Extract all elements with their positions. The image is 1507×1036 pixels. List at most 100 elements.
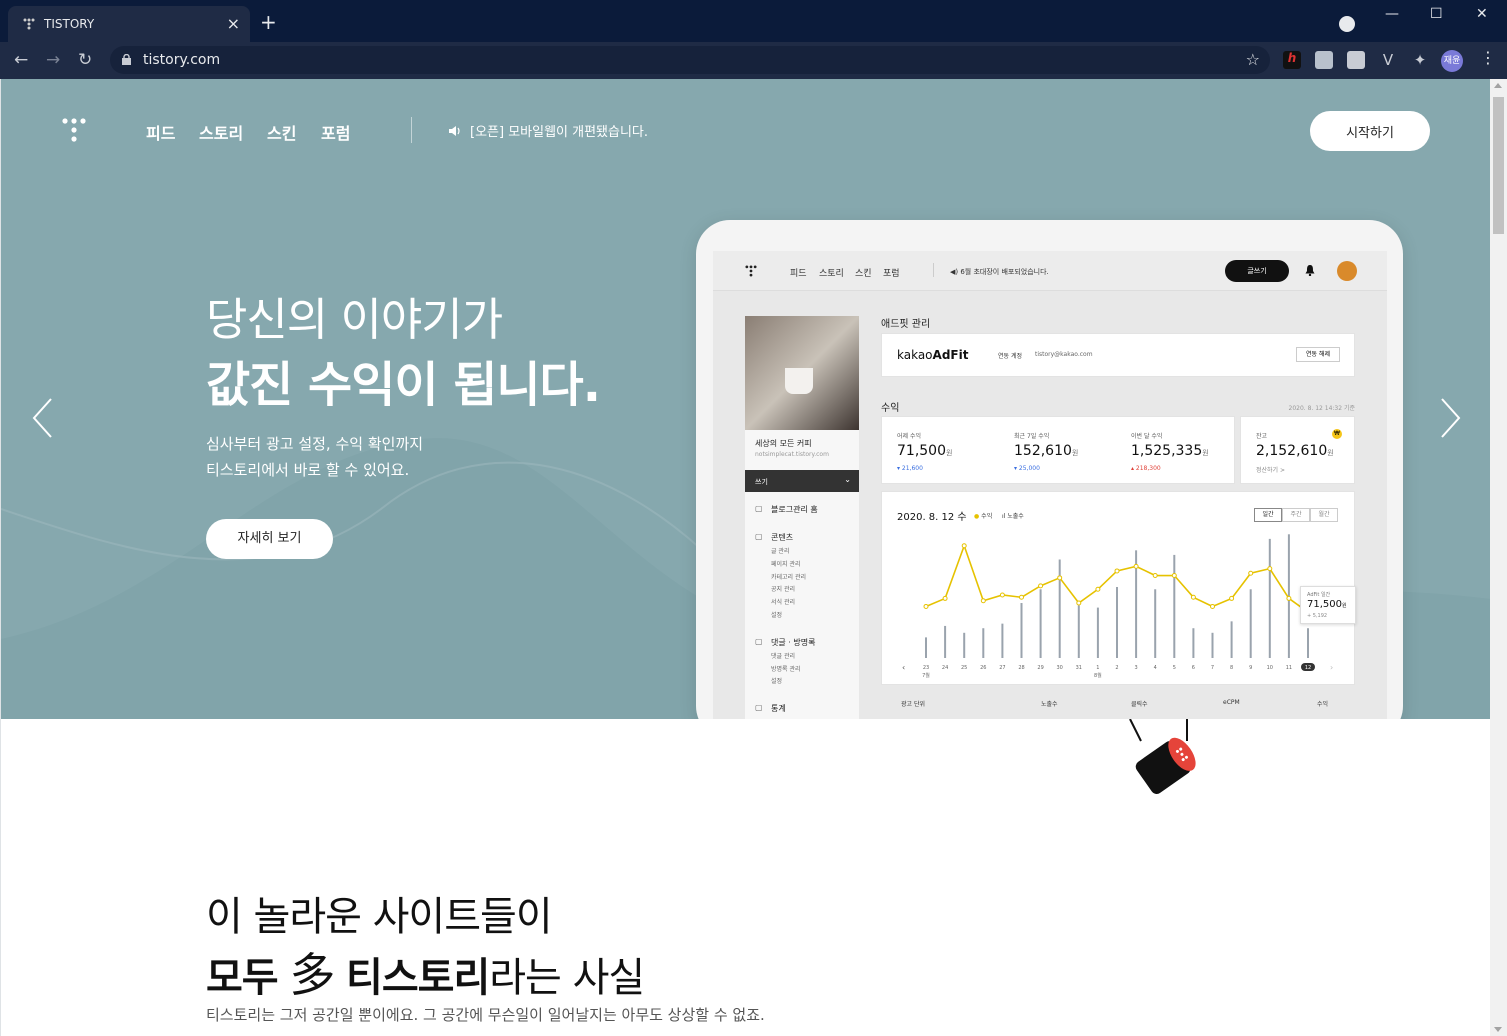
- lock-icon: [122, 54, 131, 65]
- balance-value: 2,152,610원: [1256, 443, 1334, 459]
- minimize-icon[interactable]: —: [1385, 6, 1399, 22]
- nav-story[interactable]: 스토리: [199, 120, 243, 144]
- extension-h-icon[interactable]: h: [1283, 51, 1301, 69]
- more-button[interactable]: 자세히 보기: [206, 519, 333, 559]
- mock-side-submenu-item: 댓글 관리: [771, 652, 795, 660]
- stat-unit: 원: [1202, 449, 1209, 457]
- reload-icon[interactable]: ↻: [78, 50, 92, 70]
- mock-blog-url: notsimplecat.tistory.com: [755, 451, 829, 458]
- mock-avatar: [1337, 261, 1357, 281]
- x-tick-label: 12: [1305, 665, 1311, 671]
- mock-table-header-cell: 클릭수: [1131, 701, 1148, 708]
- hero-headline-line1: 당신의 이야기가: [206, 293, 503, 346]
- nav-divider: [411, 117, 412, 143]
- close-window-icon[interactable]: ✕: [1476, 6, 1488, 22]
- x-tick-label: 5: [1173, 665, 1176, 671]
- section2-line2-c: 라는 사실: [489, 955, 645, 1001]
- bookmark-star-icon[interactable]: ☆: [1246, 50, 1260, 69]
- revenue-point: [1057, 575, 1063, 581]
- adfit-title: 애드핏 관리: [881, 319, 931, 330]
- mock-blog-photo: [745, 316, 859, 430]
- section2-line2-a: 모두: [206, 955, 279, 1001]
- revenue-point: [1095, 586, 1101, 592]
- page-scrollbar[interactable]: [1490, 79, 1507, 1036]
- hero-section: 피드 스토리 스킨 포럼 [오픈] 모바일웹이 개편됐습니다. 시작하기 당신의…: [1, 79, 1490, 719]
- mock-side-menu-icon: ▢: [755, 532, 763, 541]
- nav-feed[interactable]: 피드: [146, 120, 175, 144]
- mock-notice: ◀) 6월 초대장이 배포되었습니다.: [950, 268, 1049, 276]
- settle-link: 정산하기 >: [1256, 467, 1286, 474]
- scrollbar-thumb[interactable]: [1493, 97, 1504, 234]
- tablet-mockup: 피드 스토리 스킨 포럼 ◀) 6월 초대장이 배포되었습니다. 글쓰기 세상의…: [696, 220, 1403, 719]
- address-bar[interactable]: tistory.com ☆: [110, 46, 1270, 74]
- revenue-point: [1210, 603, 1215, 609]
- tistory-logo-icon[interactable]: [61, 117, 87, 143]
- unlink-button: 연동 해제: [1296, 347, 1340, 362]
- extension-v-icon[interactable]: V: [1379, 51, 1397, 69]
- balance-label: 잔고: [1256, 433, 1268, 440]
- mock-write-bar-label: 쓰기: [755, 478, 768, 486]
- linked-account-email: tistory@kakao.com: [1035, 351, 1093, 358]
- mock-side-menu-icon: ▢: [755, 504, 763, 513]
- nav-forum[interactable]: 포럼: [321, 120, 350, 144]
- mock-table-header-cell: eCPM: [1223, 699, 1240, 706]
- scroll-up-icon[interactable]: [1494, 83, 1502, 88]
- section2-line1: 이 놀라운 사이트들이: [206, 894, 553, 940]
- revenue-point: [1019, 594, 1024, 600]
- stat-amount: 152,610: [1014, 443, 1072, 459]
- start-button[interactable]: 시작하기: [1310, 111, 1430, 151]
- scroll-down-icon[interactable]: [1494, 1027, 1502, 1032]
- tab-title: TISTORY: [44, 17, 95, 31]
- mock-nav-story: 스토리: [819, 269, 844, 279]
- mock-side-submenu-item: 설정: [771, 678, 783, 686]
- extension-printer-icon[interactable]: [1347, 51, 1365, 69]
- impressions-bar: [1173, 554, 1176, 658]
- chart-next-icon: ›: [1330, 663, 1333, 672]
- speaker-icon: [449, 126, 460, 136]
- won-coin-icon: ₩: [1332, 429, 1342, 439]
- adfit-logo: kakaoAdFit: [897, 348, 968, 362]
- browser-tab[interactable]: TISTORY ×: [8, 6, 250, 42]
- mock-bell-icon: [1305, 265, 1315, 276]
- browser-tab-strip: TISTORY × + — ☐ ✕: [0, 0, 1507, 42]
- prev-slide-arrow-icon[interactable]: [31, 397, 55, 439]
- mock-sidebar: 세상의 모든 커피 notsimplecat.tistory.com 쓰기 ⌄ …: [745, 316, 859, 719]
- notice-link[interactable]: [오픈] 모바일웹이 개편됐습니다.: [448, 121, 648, 140]
- url-text: tistory.com: [143, 52, 221, 68]
- browser-menu-icon[interactable]: ⋮: [1480, 48, 1496, 67]
- back-icon[interactable]: ←: [14, 50, 28, 70]
- mock-side-submenu-item: 방명록 관리: [771, 665, 801, 673]
- impressions-bar: [1211, 632, 1214, 658]
- maximize-icon[interactable]: ☐: [1430, 6, 1443, 22]
- next-slide-arrow-icon[interactable]: [1438, 397, 1462, 439]
- revenue-timestamp: 2020. 8. 12 14:32 기준: [1288, 405, 1356, 412]
- impressions-bar: [1039, 589, 1042, 658]
- tab-search-icon[interactable]: [1339, 16, 1355, 32]
- forward-icon[interactable]: →: [46, 50, 60, 70]
- x-tick-label: 3: [1135, 665, 1138, 671]
- revenue-point: [999, 592, 1005, 598]
- revenue-point: [1076, 600, 1082, 606]
- stat-value: 71,500원: [897, 443, 952, 459]
- balance-amount: 2,152,610: [1256, 443, 1328, 459]
- extensions-puzzle-icon[interactable]: ✦: [1411, 51, 1429, 69]
- x-tick-label: 29: [1037, 665, 1043, 671]
- mock-side-menu-item: 통계: [771, 704, 786, 714]
- mock-chevron-down-icon: ⌄: [844, 475, 851, 484]
- stat-value: 1,525,335원: [1131, 443, 1209, 459]
- tablet-screen: 피드 스토리 스킨 포럼 ◀) 6월 초대장이 배포되었습니다. 글쓰기 세상의…: [713, 251, 1387, 719]
- close-tab-icon[interactable]: ×: [227, 14, 240, 33]
- x-tick-label: 9: [1249, 665, 1252, 671]
- profile-avatar[interactable]: 재윤: [1441, 50, 1463, 72]
- impressions-bar: [982, 628, 985, 658]
- impressions-bar: [1192, 628, 1195, 658]
- extension-photo-icon[interactable]: [1315, 51, 1333, 69]
- balance-unit: 원: [1327, 449, 1334, 457]
- new-tab-icon[interactable]: +: [260, 12, 277, 32]
- revenue-stats-card: 어제 수익 71,500원 ▾ 21,600 최근 7일 수익 152,610원 ▾ 25…: [881, 416, 1235, 484]
- section2-line2: 모두 多 티스토리라는 사실: [206, 939, 645, 1005]
- revenue-point: [923, 603, 929, 609]
- impressions-bar: [1154, 589, 1157, 658]
- tooltip-amount: 71,500: [1307, 599, 1342, 610]
- nav-skin[interactable]: 스킨: [267, 120, 296, 144]
